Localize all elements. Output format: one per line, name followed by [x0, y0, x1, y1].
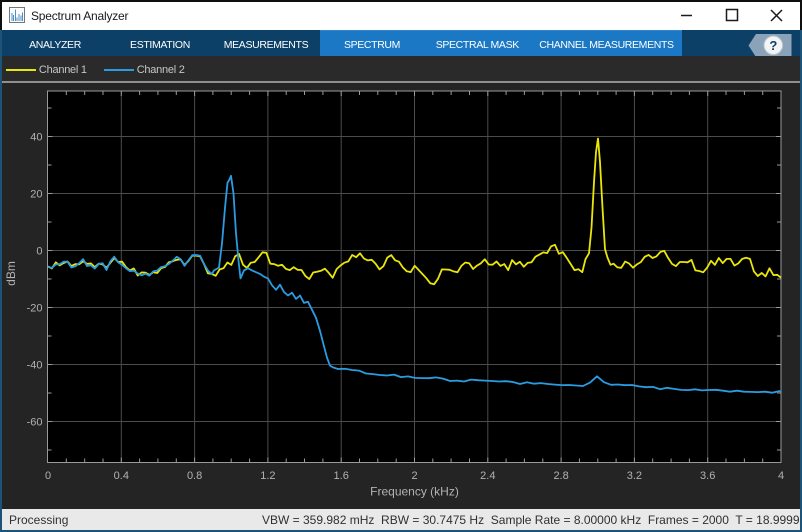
svg-text:dBm: dBm — [4, 261, 18, 286]
svg-text:2: 2 — [411, 470, 417, 482]
svg-text:-20: -20 — [27, 302, 43, 314]
svg-text:4: 4 — [778, 470, 784, 482]
svg-text:-60: -60 — [27, 416, 43, 428]
svg-text:0: 0 — [36, 245, 42, 257]
svg-text:3.2: 3.2 — [627, 470, 642, 482]
svg-text:0.8: 0.8 — [187, 470, 202, 482]
svg-text:0: 0 — [45, 470, 51, 482]
svg-text:40: 40 — [30, 131, 42, 143]
svg-text:20: 20 — [30, 188, 42, 200]
svg-text:0.4: 0.4 — [114, 470, 129, 482]
svg-text:1.6: 1.6 — [334, 470, 349, 482]
svg-text:Frequency (kHz): Frequency (kHz) — [370, 485, 459, 499]
svg-text:-40: -40 — [27, 359, 43, 371]
svg-text:3.6: 3.6 — [700, 470, 715, 482]
svg-text:2.8: 2.8 — [553, 470, 568, 482]
svg-text:2.4: 2.4 — [480, 470, 495, 482]
svg-text:1.2: 1.2 — [260, 470, 275, 482]
